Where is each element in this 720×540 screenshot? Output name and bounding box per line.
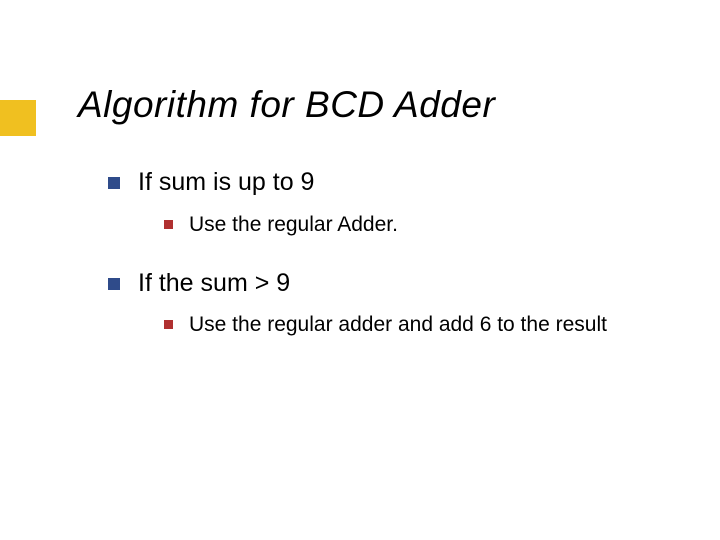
- bullet-level2: Use the regular adder and add 6 to the r…: [164, 311, 668, 339]
- bullet-level1: If the sum > 9: [108, 267, 668, 300]
- slide-content: If sum is up to 9 Use the regular Adder.…: [108, 166, 668, 368]
- title-accent-bar: [0, 100, 36, 136]
- list-item: If sum is up to 9 Use the regular Adder.: [108, 166, 668, 239]
- square-bullet-icon: [164, 320, 173, 329]
- slide-title: Algorithm for BCD Adder: [78, 84, 495, 126]
- bullet-text: If sum is up to 9: [138, 166, 314, 199]
- square-bullet-icon: [108, 278, 120, 290]
- bullet-level2: Use the regular Adder.: [164, 211, 668, 239]
- square-bullet-icon: [164, 220, 173, 229]
- bullet-text: If the sum > 9: [138, 267, 290, 300]
- list-item: If the sum > 9 Use the regular adder and…: [108, 267, 668, 340]
- bullet-text: Use the regular Adder.: [189, 211, 398, 239]
- square-bullet-icon: [108, 177, 120, 189]
- bullet-level1: If sum is up to 9: [108, 166, 668, 199]
- bullet-text: Use the regular adder and add 6 to the r…: [189, 311, 607, 339]
